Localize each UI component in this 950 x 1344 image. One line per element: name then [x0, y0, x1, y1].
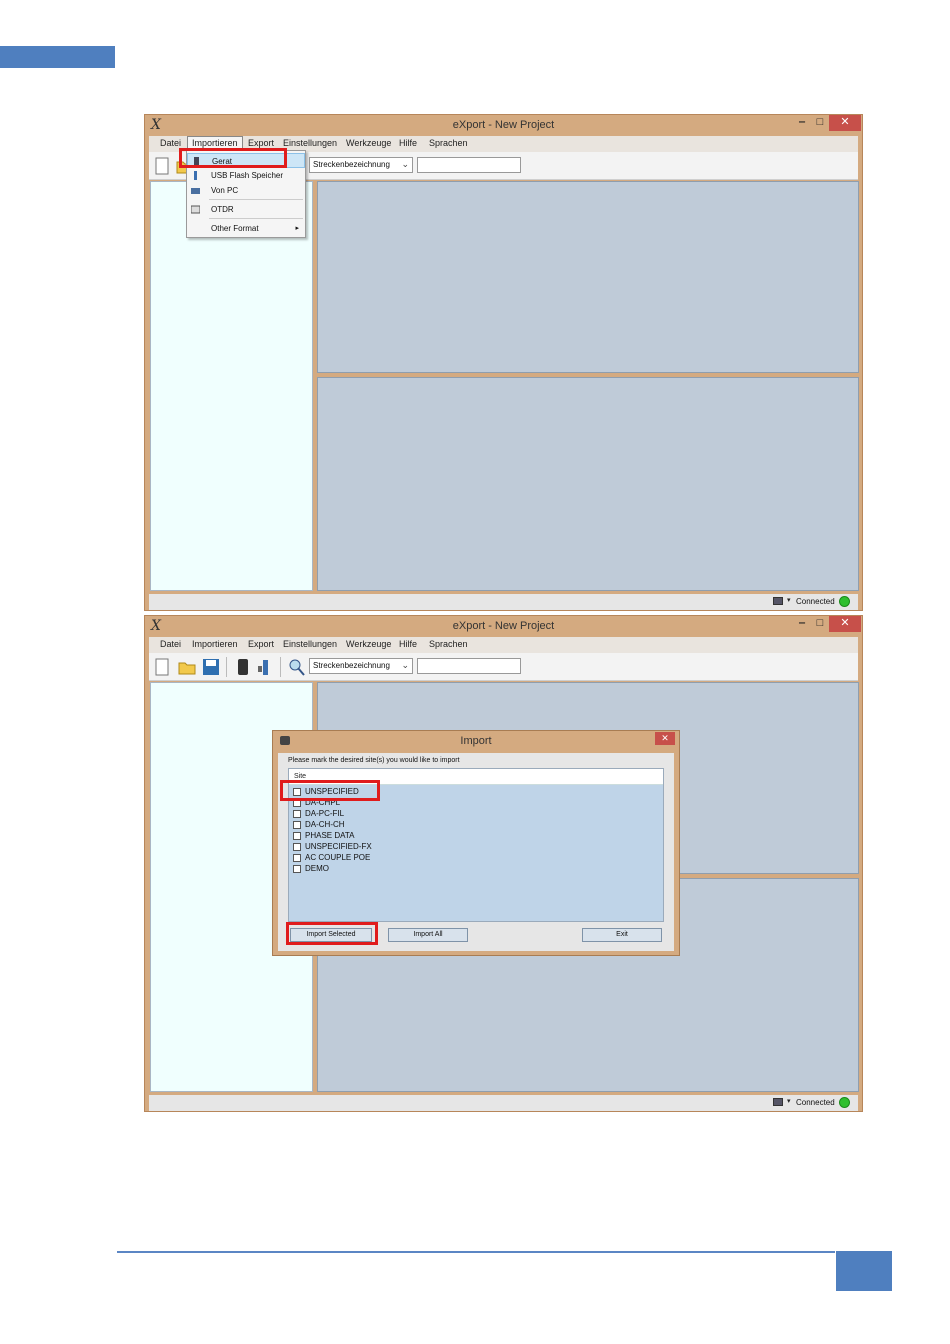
menu-sprachen[interactable]: Sprachen — [429, 138, 468, 148]
save-icon[interactable] — [201, 657, 221, 677]
dialog-prompt: Please mark the desired site(s) you woul… — [288, 757, 460, 764]
menu-sprachen[interactable]: Sprachen — [429, 639, 468, 649]
status-bar: ▾ Connected — [149, 594, 858, 610]
page-number-box — [836, 1251, 892, 1291]
menu-divider — [209, 199, 303, 200]
connection-status: Connected — [796, 597, 835, 606]
app-window-1: X eXport - New Project ‒ □ ✕ Datei Impor… — [144, 114, 863, 611]
menu-datei[interactable]: Datei — [160, 639, 181, 649]
status-bar: ▾ Connected — [149, 1095, 858, 1111]
toolbar-divider — [226, 657, 227, 677]
close-button[interactable]: ✕ — [829, 616, 861, 632]
search-icon[interactable] — [287, 657, 307, 677]
minimize-button[interactable]: ‒ — [796, 616, 808, 632]
app-window-2: X eXport - New Project ‒ □ ✕ Datei Impor… — [144, 615, 863, 1112]
open-folder-icon[interactable] — [177, 657, 197, 677]
usb-icon[interactable] — [255, 657, 275, 677]
connection-status: Connected — [796, 1098, 835, 1107]
menu-item-other-format[interactable]: Other Format ▸ — [187, 221, 305, 236]
highlight-import-selected — [286, 922, 378, 945]
menu-export[interactable]: Export — [248, 138, 274, 148]
header-accent-bar — [0, 46, 115, 68]
site-checkbox[interactable] — [293, 832, 301, 840]
menu-item-otdr[interactable]: OTDR — [187, 202, 305, 217]
toolbar: Streckenbezeichnung ⌄ — [149, 653, 858, 681]
pc-icon — [191, 188, 200, 194]
import-dialog: Import ✕ Please mark the desired site(s)… — [272, 730, 680, 956]
maximize-button[interactable]: □ — [814, 616, 826, 632]
menu-item-label: Von PC — [211, 186, 239, 195]
site-checkbox[interactable] — [293, 843, 301, 851]
title-bar: X eXport - New Project ‒ □ ✕ — [145, 616, 862, 637]
project-tree-pane[interactable] — [150, 181, 313, 591]
chevron-down-icon: ⌄ — [401, 159, 409, 169]
highlight-gerat — [179, 148, 287, 168]
chevron-down-icon: ⌄ — [401, 660, 409, 670]
site-name: PHASE DATA — [305, 831, 355, 840]
new-file-icon[interactable] — [153, 156, 173, 176]
maximize-button[interactable]: □ — [814, 115, 826, 131]
site-name: DA-PC-FIL — [305, 809, 345, 818]
import-all-button[interactable]: Import All — [388, 928, 468, 942]
computer-icon[interactable] — [773, 597, 783, 605]
site-name: AC COUPLE POE — [305, 853, 371, 862]
site-name: DEMO — [305, 864, 329, 873]
dialog-close-button[interactable]: ✕ — [655, 732, 675, 745]
site-name: UNSPECIFIED-FX — [305, 842, 372, 851]
highlight-unspecified — [280, 780, 380, 801]
menu-einstellungen[interactable]: Einstellungen — [283, 138, 337, 148]
new-file-icon[interactable] — [153, 657, 173, 677]
site-checkbox[interactable] — [293, 854, 301, 862]
menu-hilfe[interactable]: Hilfe — [399, 138, 417, 148]
minimize-button[interactable]: ‒ — [796, 115, 808, 131]
menu-item-usb[interactable]: USB Flash Speicher — [187, 168, 305, 183]
menu-werkzeuge[interactable]: Werkzeuge — [346, 639, 391, 649]
dropdown-arrow-icon[interactable]: ▾ — [787, 596, 791, 604]
menu-item-label: Other Format — [211, 224, 259, 233]
usb-icon — [194, 171, 197, 180]
menu-divider — [209, 218, 303, 219]
device-icon[interactable] — [233, 657, 253, 677]
menu-item-label: USB Flash Speicher — [211, 171, 284, 180]
otdr-icon — [191, 205, 200, 214]
route-name-select[interactable]: Streckenbezeichnung ⌄ — [309, 658, 413, 674]
search-input[interactable] — [417, 157, 521, 173]
site-checkbox[interactable] — [293, 821, 301, 829]
dropdown-arrow-icon[interactable]: ▾ — [787, 1097, 791, 1105]
menu-item-von-pc[interactable]: Von PC — [187, 183, 305, 198]
menu-werkzeuge[interactable]: Werkzeuge — [346, 138, 391, 148]
footer-rule — [117, 1251, 835, 1253]
dialog-title: Import — [460, 735, 492, 747]
window-title: eXport - New Project — [452, 119, 555, 131]
route-name-value: Streckenbezeichnung — [313, 661, 390, 670]
menu-importieren[interactable]: Importieren — [192, 639, 238, 649]
exit-button[interactable]: Exit — [582, 928, 662, 942]
window-title: eXport - New Project — [452, 620, 555, 632]
title-bar: X eXport - New Project ‒ □ ✕ — [145, 115, 862, 136]
route-name-value: Streckenbezeichnung — [313, 160, 390, 169]
trace-view-pane[interactable] — [317, 181, 859, 373]
site-checkbox[interactable] — [293, 810, 301, 818]
menu-hilfe[interactable]: Hilfe — [399, 639, 417, 649]
close-button[interactable]: ✕ — [829, 115, 861, 131]
site-name: DA-CH-CH — [305, 820, 345, 829]
menu-export[interactable]: Export — [248, 639, 274, 649]
menu-einstellungen[interactable]: Einstellungen — [283, 639, 337, 649]
toolbar-divider — [280, 657, 281, 677]
status-led-icon — [839, 596, 850, 607]
status-led-icon — [839, 1097, 850, 1108]
submenu-arrow-icon: ▸ — [295, 225, 299, 232]
route-name-select[interactable]: Streckenbezeichnung ⌄ — [309, 157, 413, 173]
menu-bar: Datei Importieren Export Einstellungen W… — [149, 637, 858, 653]
menu-item-label: OTDR — [211, 205, 234, 214]
menu-datei[interactable]: Datei — [160, 138, 181, 148]
computer-icon[interactable] — [773, 1098, 783, 1106]
site-checkbox[interactable] — [293, 865, 301, 873]
search-input[interactable] — [417, 658, 521, 674]
event-table-pane[interactable] — [317, 377, 859, 591]
